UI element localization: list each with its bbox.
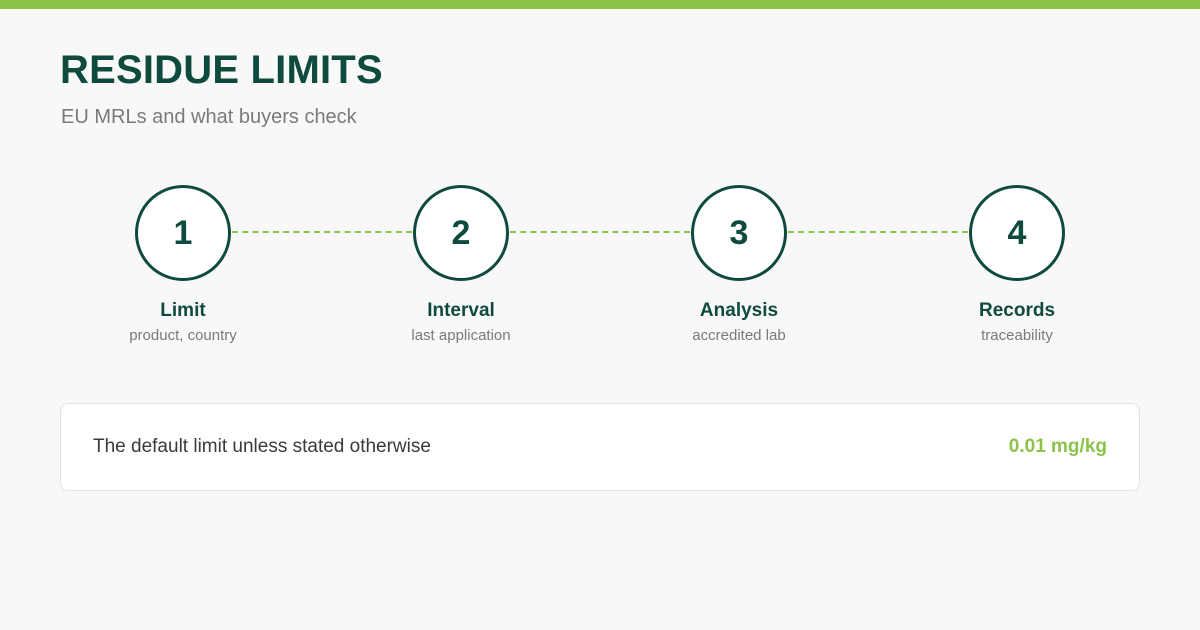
step-label: Records xyxy=(978,300,1056,321)
step-label: Analysis xyxy=(699,300,779,321)
step-number-circle: 2 xyxy=(413,185,509,281)
default-limit-text: The default limit unless stated otherwis… xyxy=(93,436,431,457)
step-description: product, country xyxy=(129,327,237,344)
step-description: traceability xyxy=(981,327,1053,344)
step-label: Limit xyxy=(160,300,206,321)
step-analysis: 3 Analysis accredited lab xyxy=(639,185,839,345)
step-number-circle: 1 xyxy=(135,185,231,281)
page: RESIDUE LIMITS EU MRLs and what buyers c… xyxy=(0,0,1200,630)
step-label: Interval xyxy=(427,300,495,321)
step-description: last application xyxy=(411,327,511,344)
step-interval: 2 Interval last application xyxy=(361,185,561,345)
default-limit-value: 0.01 mg/kg xyxy=(1008,436,1107,457)
step-number-circle: 4 xyxy=(969,185,1065,281)
step-description: accredited lab xyxy=(692,327,786,344)
default-limit-card: The default limit unless stated otherwis… xyxy=(60,403,1140,491)
step-limit: 1 Limit product, country xyxy=(83,185,283,345)
step-records: 4 Records traceability xyxy=(917,185,1117,345)
steps-timeline: 1 Limit product, country 2 Interval last… xyxy=(0,0,1200,360)
step-number-circle: 3 xyxy=(691,185,787,281)
